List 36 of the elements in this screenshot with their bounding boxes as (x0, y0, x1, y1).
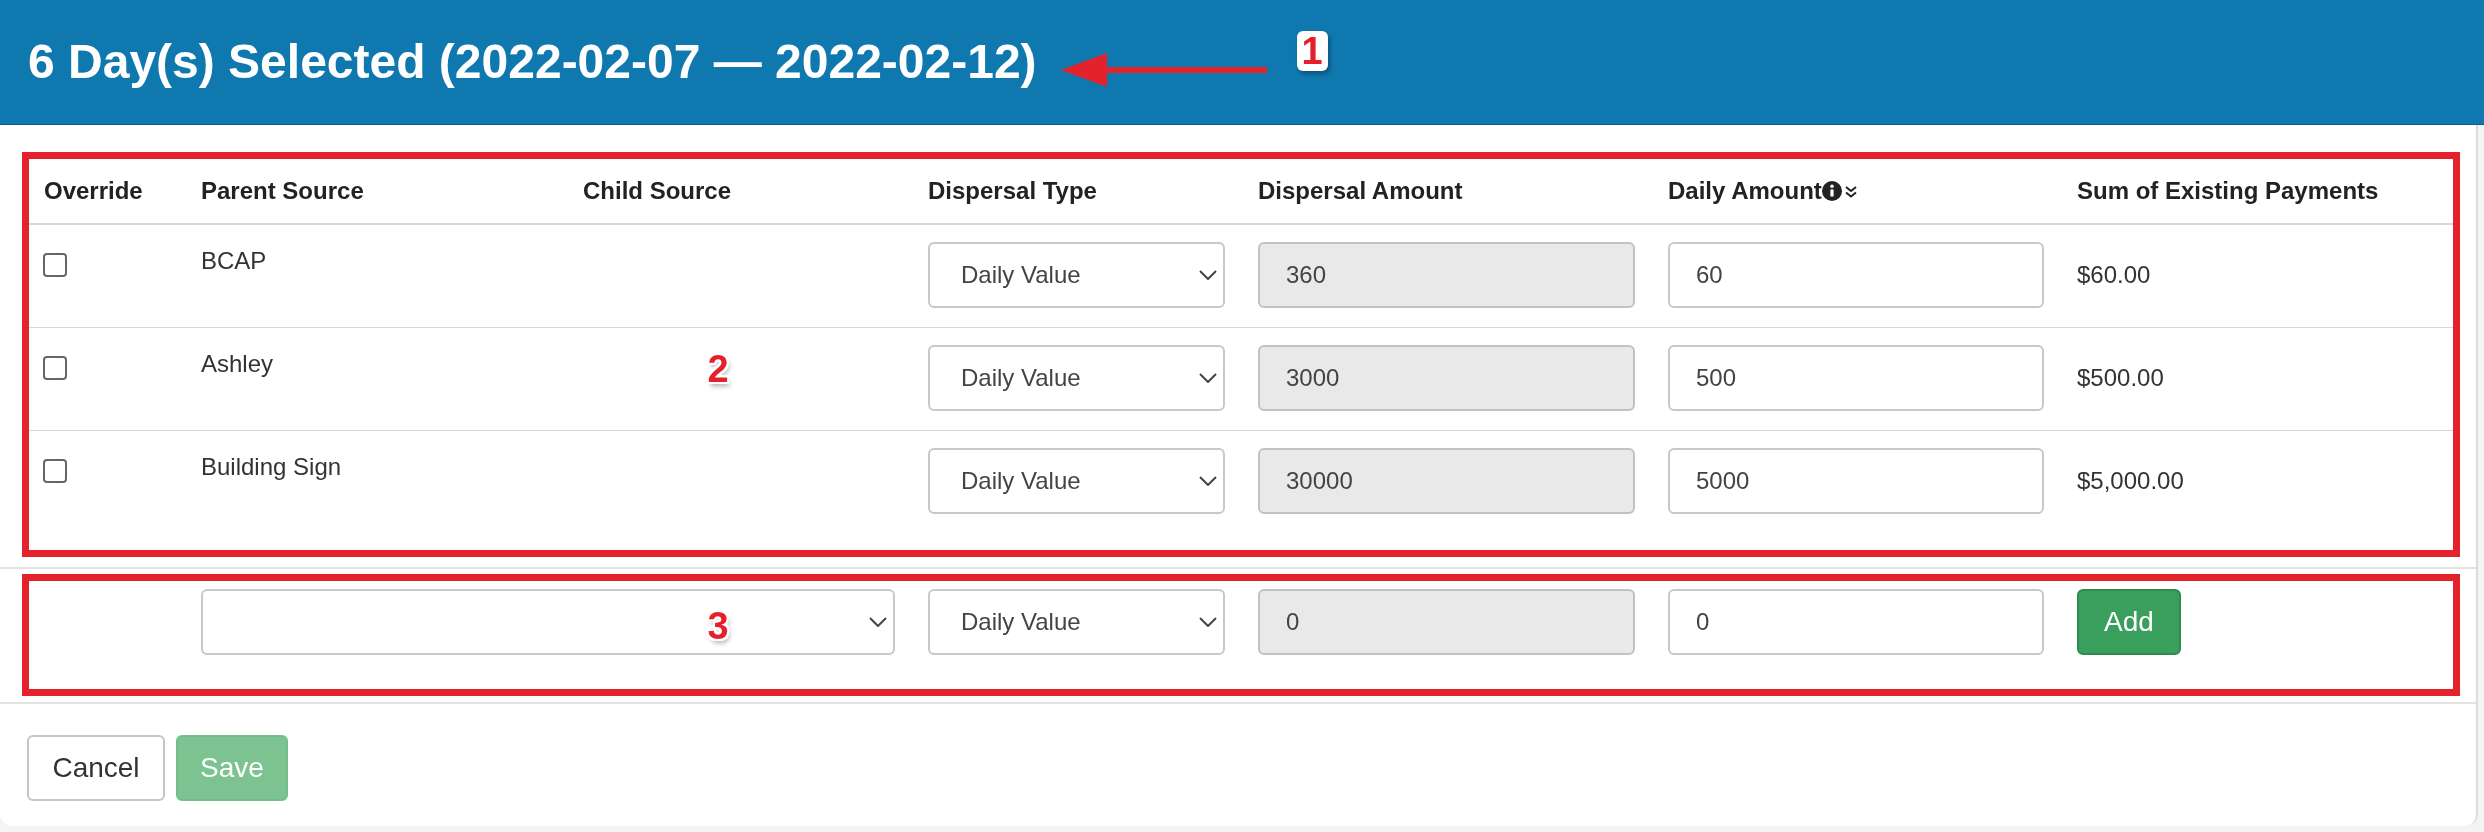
sum-cell-text: $5,000.00 (2077, 466, 2184, 496)
sum-cell-text: $500.00 (2077, 363, 2164, 393)
chevron-down-icon (1199, 617, 1217, 627)
column-header: Child Source (583, 176, 732, 206)
annotation-number: 2 (707, 350, 729, 388)
daily-amount-field[interactable]: 60 (1668, 242, 2044, 308)
parent-source-cell: BCAP (201, 247, 267, 274)
daily-amount-field[interactable]: 0 (1668, 589, 2044, 655)
dispersal-type-select[interactable]: Daily Value (928, 448, 1225, 514)
parent-source-cell: Ashley (201, 350, 274, 377)
column-header: Dispersal Amount (1258, 176, 1463, 206)
dispersal-type-select[interactable]: Daily Value (928, 589, 1225, 655)
chevron-down-icon (869, 617, 887, 627)
column-header: Sum of Existing Payments (2077, 176, 2379, 206)
column-header: Parent Source (201, 176, 364, 206)
modal-title: 6 Day(s) Selected (2022-02-07 — 2022-02-12) (28, 35, 1037, 89)
daily-amount-field[interactable]: 5000 (1668, 448, 2044, 514)
annotation-number: 3 (707, 607, 729, 645)
column-header: Daily Amount (1668, 176, 1822, 206)
sum-cell-text: $60.00 (2077, 260, 2151, 290)
column-header: Dispersal Type (928, 176, 1097, 206)
override-checkbox[interactable] (43, 253, 67, 277)
column-header: Override (44, 176, 143, 206)
cancel-button[interactable]: Cancel (27, 735, 165, 801)
override-checkbox[interactable] (43, 356, 67, 380)
dispersal-type-select[interactable]: Daily Value (928, 242, 1225, 308)
info-icon[interactable] (1821, 181, 1842, 201)
chevron-down-icon (1199, 373, 1217, 383)
dispersal-type-select[interactable]: Daily Value (928, 345, 1225, 411)
chevron-down-icon (1199, 476, 1217, 486)
daily-amount-field[interactable]: 500 (1668, 345, 2044, 411)
chevron-down-icon (1199, 270, 1217, 280)
override-checkbox[interactable] (43, 459, 67, 483)
parent-source-cell: Building Sign (201, 453, 342, 480)
double-chevron-down-icon[interactable] (1844, 186, 1857, 198)
annotation-number: 1 (1296, 31, 1328, 71)
